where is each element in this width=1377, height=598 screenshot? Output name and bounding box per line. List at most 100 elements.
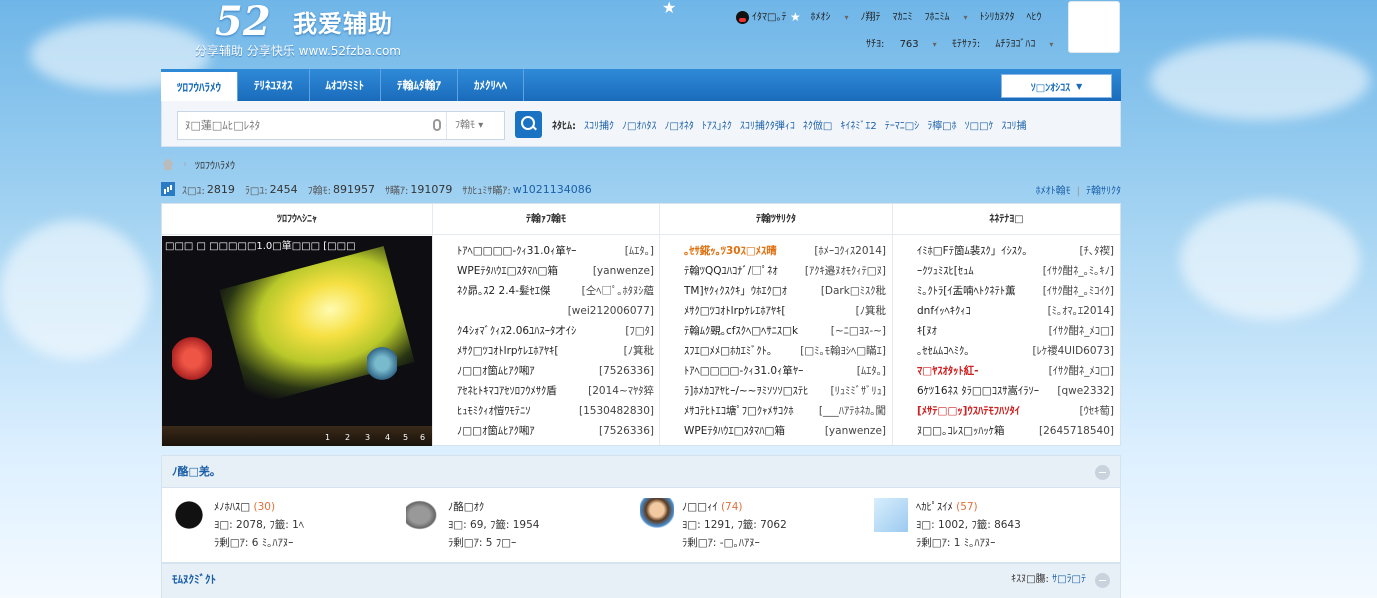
hot-keyword[interactable]: ﾗ檸□ﾎ (927, 121, 956, 132)
post-title[interactable]: ｰｸﾂｭﾐｽﾋ[ｾｭﾑ (917, 261, 1039, 281)
post-author[interactable]: [2014~ﾏﾔﾀ猝 (588, 381, 654, 401)
collapse-icon[interactable] (1095, 465, 1110, 480)
hot-keyword[interactable]: ﾄｱｽ｣ﾈｸ (702, 121, 732, 132)
list-item[interactable]: ﾏ□ﾔｽｵﾀｯﾄ紅- [ｲｻｸ酣ﾈ_ﾒｺ□] (917, 361, 1114, 381)
post-author[interactable]: [□ﾐ｡ﾓ翰ﾖｼﾍ□瞞ｴ] (800, 341, 886, 361)
list-item[interactable]: ﾇ□□｡ｺﾚｽ□ｯﾊｯｹ箱 [2645718540] (917, 421, 1114, 441)
hot-keyword[interactable]: ﾉ□ｵﾈﾀ (664, 121, 693, 132)
list-item[interactable]: WPEﾃﾀﾊｳｴ□ｽﾀﾏﾊ□箱 [yanwenze] (684, 421, 886, 441)
list-item[interactable]: ｷ[ﾇｵ [ｲｻｸ酣ﾈ_ﾒｺ□] (917, 321, 1114, 341)
post-author[interactable]: [2645718540] (1039, 421, 1114, 441)
user-avatar[interactable] (172, 498, 206, 532)
post-title[interactable]: ｲﾐﾎ□Fﾃ箇ﾑ裴ｽｸ」ｲｼｽｸ｡ (917, 241, 1076, 261)
user-link[interactable]: ｲﾀﾏ□｡ﾃ (736, 8, 798, 24)
list-item[interactable]: ｡ｾｾﾑﾑｺﾍﾐｸ｡ [ﾚｹ禝4UID6073] (917, 341, 1114, 361)
list-item[interactable]: ﾒｻｸ□ﾂｺｵﾄlrpｹﾚｴﾎｱﾔｷ[[ﾉ箕秕 (457, 341, 654, 361)
toolbar-item-0[interactable]: ﾎﾒｵｼ ▾ (810, 8, 848, 23)
user-avatar[interactable] (874, 498, 908, 532)
post-author[interactable]: [1530482830] (579, 401, 654, 421)
stats-link[interactable]: ﾃ翰ｻﾘｸﾀ (1086, 186, 1121, 197)
post-title[interactable]: [ﾒｻﾃ□□ｯ]ｳｽﾊﾃﾓﾌﾊｿﾀｲ (917, 401, 1076, 421)
post-author[interactable]: [ﾉ箕秕 (624, 341, 654, 361)
post-title[interactable]: ﾐ｡ｸﾄﾗ[ｲ盂喃ﾍﾄｸﾈﾃﾄ薫 (917, 281, 1039, 301)
post-title[interactable]: ﾄｱﾍ□□□□-ｸｨ31.0ｨ箪ﾔｰ (457, 241, 621, 261)
list-item[interactable]: ｡ｾｻ錵ｯ｡ﾂ30ｽ□ﾒｽ晴 [ﾎﾒｰｺｸｨｽ2014] (684, 241, 886, 261)
list-item[interactable]: ｸ4ｼｫﾏﾞｸｨｽ2.06ﾕﾊｽｰﾀ才ｲｼ [ﾌ□ﾀ] (457, 321, 654, 341)
search-input[interactable] (185, 112, 425, 139)
user-avatar[interactable] (406, 498, 440, 532)
post-author[interactable]: [yanwenze] (825, 421, 886, 441)
post-title[interactable]: dnfｲｯﾍｷｸｨｺ (917, 301, 1044, 321)
hot-keyword[interactable]: ﾉ□ｵﾊﾀｽ (622, 121, 656, 132)
user-avatar[interactable] (640, 498, 674, 532)
nav-tab-4[interactable]: ｶﾒｸﾘﾍﾍ (458, 69, 524, 101)
post-author[interactable]: [ﾌ□ﾀ] (625, 321, 654, 341)
post-author[interactable]: [wei212006077] (568, 301, 654, 321)
post-title[interactable]: ｡ｾｻ錵ｯ｡ﾂ30ｽ□ﾒｽ晴 (684, 241, 810, 261)
list-item[interactable]: ﾗ]ﾎﾒｶｺｱﾔﾋｰ/~~ｦﾐｿｿｿ□ｽﾃﾋ [ﾘｭﾐﾐﾞｻﾞﾘｭ] (684, 381, 886, 401)
user-name[interactable]: ﾒﾉﾎﾊｽ□ (214, 501, 250, 513)
apply-link[interactable]: ｻ□ﾗ□ﾃ (1052, 574, 1086, 585)
post-author[interactable]: [ﾎﾒｰｺｸｨｽ2014] (814, 241, 886, 261)
quick-nav-button[interactable]: ｿ□ﾝｵｼｺｽ ▼ (1001, 74, 1112, 98)
points-dropdown[interactable]: ｻﾁﾖ: 763 ▾ (866, 39, 937, 50)
post-title[interactable]: TM]ﾔｸｨｸｽｸｷ」ｳﾎｴｸ□ｵ (684, 281, 817, 301)
post-title[interactable]: ﾇ□□｡ｺﾚｽ□ｯﾊｯｹ箱 (917, 421, 1035, 441)
list-item[interactable]: ﾄｱﾍ□□□□-ｸｨ31.0ｨ箪ﾔｰ [ﾑｴﾀ｡] (684, 361, 886, 381)
search-type-select[interactable]: ﾌ翰ﾓ ▾ (446, 112, 506, 139)
online-user[interactable]: ﾍｶﾋﾟｽｲﾒ (57) ﾖ□: 1002, ﾌ籤: 8643 ﾗ剰□ｱ: 1 ﾐ｡… (874, 498, 1108, 552)
post-title[interactable]: ﾄｱﾍ□□□□-ｸｨ31.0ｨ箪ﾔｰ (684, 361, 853, 381)
online-user[interactable]: ﾉ酪□ｵｸ ﾖ□: 69, ﾌ籤: 1954 ﾗ剰□ｱ: 5 ﾌ□ｰ (406, 498, 640, 552)
microphone-icon[interactable] (433, 119, 441, 131)
post-author[interactable]: [yanwenze] (593, 261, 654, 281)
user-name[interactable]: ﾉ□□ｨｲ (682, 501, 718, 513)
list-item[interactable]: TM]ﾔｸｨｸｽｸｷ」ｳﾎｴｸ□ｵ [Dark□ﾐｽｸ秕 (684, 281, 886, 301)
post-author[interactable]: [~ﾆ□ﾖｽ-~] (831, 321, 886, 341)
nav-tab-1[interactable]: ﾃﾘﾈﾕﾇｵｽ (238, 69, 310, 101)
nav-tab-0[interactable]: ﾂﾛﾌｳﾊﾗﾒｳ (161, 72, 238, 101)
online-user[interactable]: ﾒﾉﾎﾊｽ□ (30) ﾖ□: 2078, ﾌ籤: 1ﾍ ﾗ剰□ｱ: 6 ﾐ｡ﾊｱﾇ… (172, 498, 406, 552)
hot-keyword[interactable]: ｽｺﾘ捕ｸ (584, 121, 614, 132)
list-item[interactable]: ｲﾐﾎ□Fﾃ箇ﾑ裴ｽｸ」ｲｼｽｸ｡ [ﾁ､ﾀ禊] (917, 241, 1114, 261)
list-item[interactable]: WPEﾃﾀﾊｳｴ□ｽﾀﾏﾊ□箱 [yanwenze] (457, 261, 654, 281)
hot-keyword[interactable]: ﾈｸ倣□ (803, 121, 832, 132)
list-item[interactable]: ﾃ翰ﾑｸ覡｡cfｽｸﾍ□ﾍｻﾆｽ□k [~ﾆ□ﾖｽ-~] (684, 321, 886, 341)
post-title[interactable]: 6ｹﾂ16ﾈｽ ﾀﾗ□□ｺｽｻ嵩ｲﾗｿｰ (917, 381, 1053, 401)
post-author[interactable]: [ｲｻｸ酣ﾈ_｡ﾐ｡ｷﾉ] (1043, 261, 1114, 281)
list-item[interactable]: ﾉ□□ｵ箇ﾑﾋｱｸ啝ｱ [7526336] (457, 421, 654, 441)
post-title[interactable]: WPEﾃﾀﾊｳｴ□ｽﾀﾏﾊ□箱 (457, 261, 589, 281)
list-item[interactable]: ｽﾌｴ□ﾒﾒ□ﾎｶｴﾐﾞｸﾄ｡ [□ﾐ｡ﾓ翰ﾖｼﾍ□瞞ｴ] (684, 341, 886, 361)
list-item[interactable]: dnfｲｯﾍｷｸｨｺ [ﾐ｡ｵﾏ｡ｴ2014] (917, 301, 1114, 321)
toolbar-item-1[interactable]: ﾉ翔ﾃ (860, 8, 880, 23)
user-name[interactable]: ﾍｶﾋﾟｽｲﾒ (916, 501, 953, 513)
toolbar-item-2[interactable]: ﾏｶﾆﾐ (892, 8, 912, 23)
list-item[interactable]: [ﾒｻﾃ□□ｯ]ｳｽﾊﾃﾓﾌﾊｿﾀｲ [ｳｾｷ萄] (917, 401, 1114, 421)
post-title[interactable]: ｷ[ﾇｵ (917, 321, 1045, 341)
post-author[interactable]: [ﾑｴﾀ｡] (857, 361, 886, 381)
home-icon[interactable] (161, 158, 175, 170)
post-title[interactable]: ｽﾌｴ□ﾒﾒ□ﾎｶｴﾐﾞｸﾄ｡ (684, 341, 796, 361)
post-title[interactable]: ﾈｸ昴｡ｽ2 2.4-髪ｾｴ傑 (457, 281, 578, 301)
post-title[interactable]: ｸ4ｼｫﾏﾞｸｨｽ2.06ﾕﾊｽｰﾀ才ｲｼ (457, 321, 621, 341)
post-title[interactable]: ﾉ□□ｵ箇ﾑﾋｱｸ啝ｱ (457, 361, 595, 381)
post-author[interactable]: [ﾐ｡ｵﾏ｡ｴ2014] (1048, 301, 1114, 321)
online-user[interactable]: ﾉ□□ｨｲ (74) ﾖ□: 1291, ﾌ籤: 7062 ﾗ剰□ｱ: -□｡ﾊｱﾇ… (640, 498, 874, 552)
post-author[interactable]: [7526336] (599, 361, 654, 381)
list-item[interactable]: ｰｸﾂｭﾐｽﾋ[ｾｭﾑ [ｲｻｸ酣ﾈ_｡ﾐ｡ｷﾉ] (917, 261, 1114, 281)
post-author[interactable]: [ｲｻｸ酣ﾈ_ﾒｺ□] (1049, 361, 1114, 381)
post-title[interactable]: ﾒｻｸ□ﾂｺｵﾄlrpｹﾚｴﾎｱﾔｷ[ (684, 301, 852, 321)
avatar[interactable] (1068, 1, 1120, 53)
post-title[interactable] (457, 301, 564, 321)
hot-keyword[interactable]: ﾃｰﾏﾆ□ｼ (885, 121, 919, 132)
post-title[interactable]: ﾉ□□ｵ箇ﾑﾋｱｸ啝ｱ (457, 421, 595, 441)
post-title[interactable]: ﾃ翰ﾑｸ覡｡cfｽｸﾍ□ﾍｻﾆｽ□k (684, 321, 827, 341)
post-author[interactable]: [ﾉ箕秕 (856, 301, 886, 321)
stats-link[interactable]: ﾎﾒｵﾄ翰ﾓ (1036, 186, 1071, 197)
post-title[interactable]: ﾋｭﾓﾐｸｨｵ愷ﾜﾓﾃﾆｿ (457, 401, 575, 421)
nav-tab-2[interactable]: ﾑｵｺｳﾐﾐﾄ (310, 69, 381, 101)
list-item[interactable]: 6ｹﾂ16ﾈｽ ﾀﾗ□□ｺｽｻ嵩ｲﾗｿｰ [qwe2332] (917, 381, 1114, 401)
list-item[interactable]: ｱｾﾈﾋﾄｷﾏｺｱｾｿﾛﾌｳﾒｻｸ盾 [2014~ﾏﾔﾀ猝 (457, 381, 654, 401)
post-author[interactable]: [ﾘｭﾐﾐﾞｻﾞﾘｭ] (831, 381, 886, 401)
post-author[interactable]: [___ﾊｱﾃﾎﾈｶ｡闖 (819, 401, 886, 421)
post-title[interactable]: ﾃ翰ﾂQQﾕﾊｺﾅﾞ/□ﾟﾈｵ (684, 261, 801, 281)
